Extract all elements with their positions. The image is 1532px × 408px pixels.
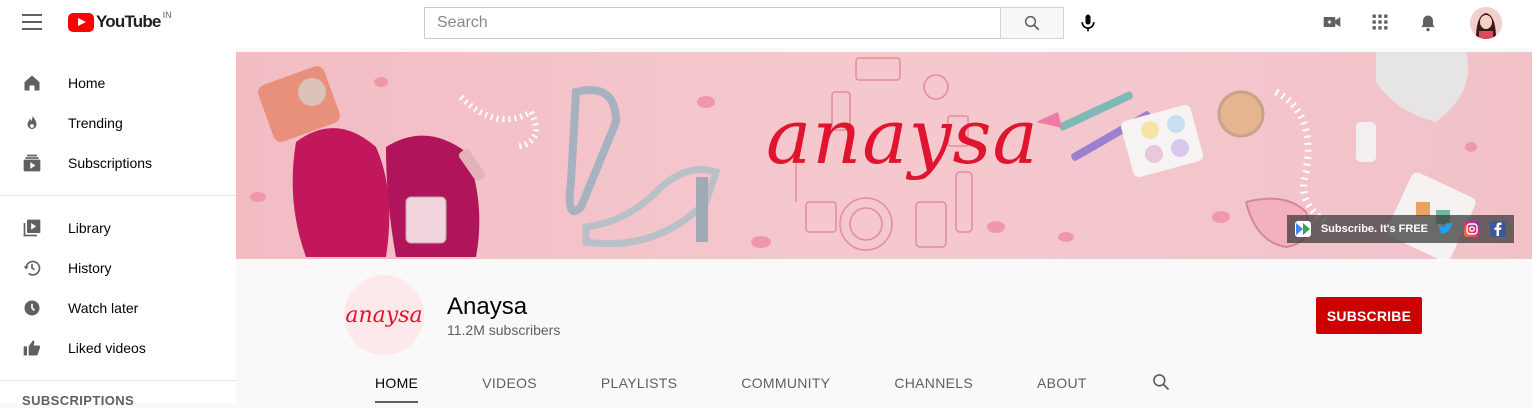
top-bar: YouTube IN	[0, 0, 1532, 48]
tab-community[interactable]: COMMUNITY	[741, 367, 830, 403]
create-video-button[interactable]	[1322, 12, 1342, 37]
notifications-button[interactable]	[1418, 12, 1438, 39]
account-avatar[interactable]	[1470, 7, 1502, 39]
instagram-icon[interactable]	[1464, 221, 1480, 237]
sidebar-divider	[0, 380, 236, 381]
search-bar	[424, 7, 1064, 39]
sidebar-item-label: Home	[68, 75, 106, 91]
youtube-logo[interactable]: YouTube IN	[68, 10, 172, 32]
sidebar: Home Trending Subscriptions Library Hist…	[0, 48, 236, 408]
sidebar-item-subscriptions[interactable]: Subscriptions	[0, 143, 236, 183]
sidebar-item-library[interactable]: Library	[0, 208, 236, 248]
sidebar-item-liked-videos[interactable]: Liked videos	[0, 328, 236, 368]
home-icon	[24, 75, 40, 91]
sidebar-divider	[0, 195, 236, 196]
sidebar-item-trending[interactable]: Trending	[0, 103, 236, 143]
sidebar-item-label: Liked videos	[68, 340, 146, 356]
channel-header: anaysa Anaysa 11.2M subscribers SUBSCRIB…	[236, 259, 1532, 403]
thumbs-up-icon	[23, 340, 41, 356]
apps-button[interactable]	[1370, 12, 1390, 37]
bell-icon	[1421, 15, 1435, 32]
microphone-icon	[1081, 14, 1095, 32]
banner-subscribe-link[interactable]: Subscribe. It's FREE	[1321, 223, 1428, 235]
flame-icon	[27, 115, 37, 129]
channel-banner: anaysa Subscribe. It's FREE	[236, 52, 1532, 259]
twitter-icon[interactable]	[1438, 221, 1454, 237]
tab-channels[interactable]: CHANNELS	[894, 367, 973, 403]
tab-videos[interactable]: VIDEOS	[482, 367, 537, 403]
sidebar-item-label: Trending	[68, 115, 123, 131]
facebook-icon[interactable]	[1490, 221, 1506, 237]
banner-title: anaysa	[766, 92, 1039, 181]
sidebar-item-label: Subscriptions	[68, 155, 153, 171]
channel-tabs: HOME VIDEOS PLAYLISTS COMMUNITY CHANNELS…	[344, 367, 1171, 403]
subscribe-button[interactable]: SUBSCRIBE	[1316, 297, 1422, 334]
youtube-play-icon	[68, 12, 94, 32]
channel-avatar[interactable]: anaysa	[344, 275, 424, 355]
sidebar-item-history[interactable]: History	[0, 248, 236, 288]
country-code: IN	[162, 10, 172, 20]
sidebar-item-label: History	[68, 260, 112, 276]
avatar-icon	[1470, 7, 1502, 39]
subscriber-count: 11.2M subscribers	[447, 322, 561, 338]
subscriptions-heading: SUBSCRIPTIONS	[22, 393, 135, 408]
youtube-subscribe-icon[interactable]	[1294, 221, 1311, 237]
search-input[interactable]	[424, 7, 1000, 39]
channel-name: Anaysa	[447, 293, 528, 320]
menu-icon[interactable]	[22, 14, 42, 30]
voice-search-button[interactable]	[1078, 12, 1098, 39]
search-icon	[1024, 15, 1040, 31]
search-icon	[1152, 374, 1169, 391]
logo-text: YouTube	[96, 12, 161, 31]
channel-search-button[interactable]	[1151, 372, 1171, 403]
sidebar-item-home[interactable]: Home	[0, 63, 236, 103]
tab-about[interactable]: ABOUT	[1037, 367, 1087, 403]
history-icon	[23, 260, 41, 276]
tab-home[interactable]: HOME	[375, 367, 419, 403]
search-button[interactable]	[1000, 7, 1064, 39]
sidebar-item-label: Watch later	[68, 300, 139, 316]
video-camera-icon	[1323, 17, 1341, 27]
sidebar-item-watch-later[interactable]: Watch later	[0, 288, 236, 328]
tab-playlists[interactable]: PLAYLISTS	[601, 367, 677, 403]
apps-grid-icon	[1372, 14, 1388, 30]
library-icon	[23, 219, 41, 237]
clock-icon	[24, 300, 40, 316]
sidebar-item-label: Library	[68, 220, 111, 236]
subscriptions-icon	[23, 154, 41, 172]
banner-links: Subscribe. It's FREE	[1286, 215, 1514, 243]
